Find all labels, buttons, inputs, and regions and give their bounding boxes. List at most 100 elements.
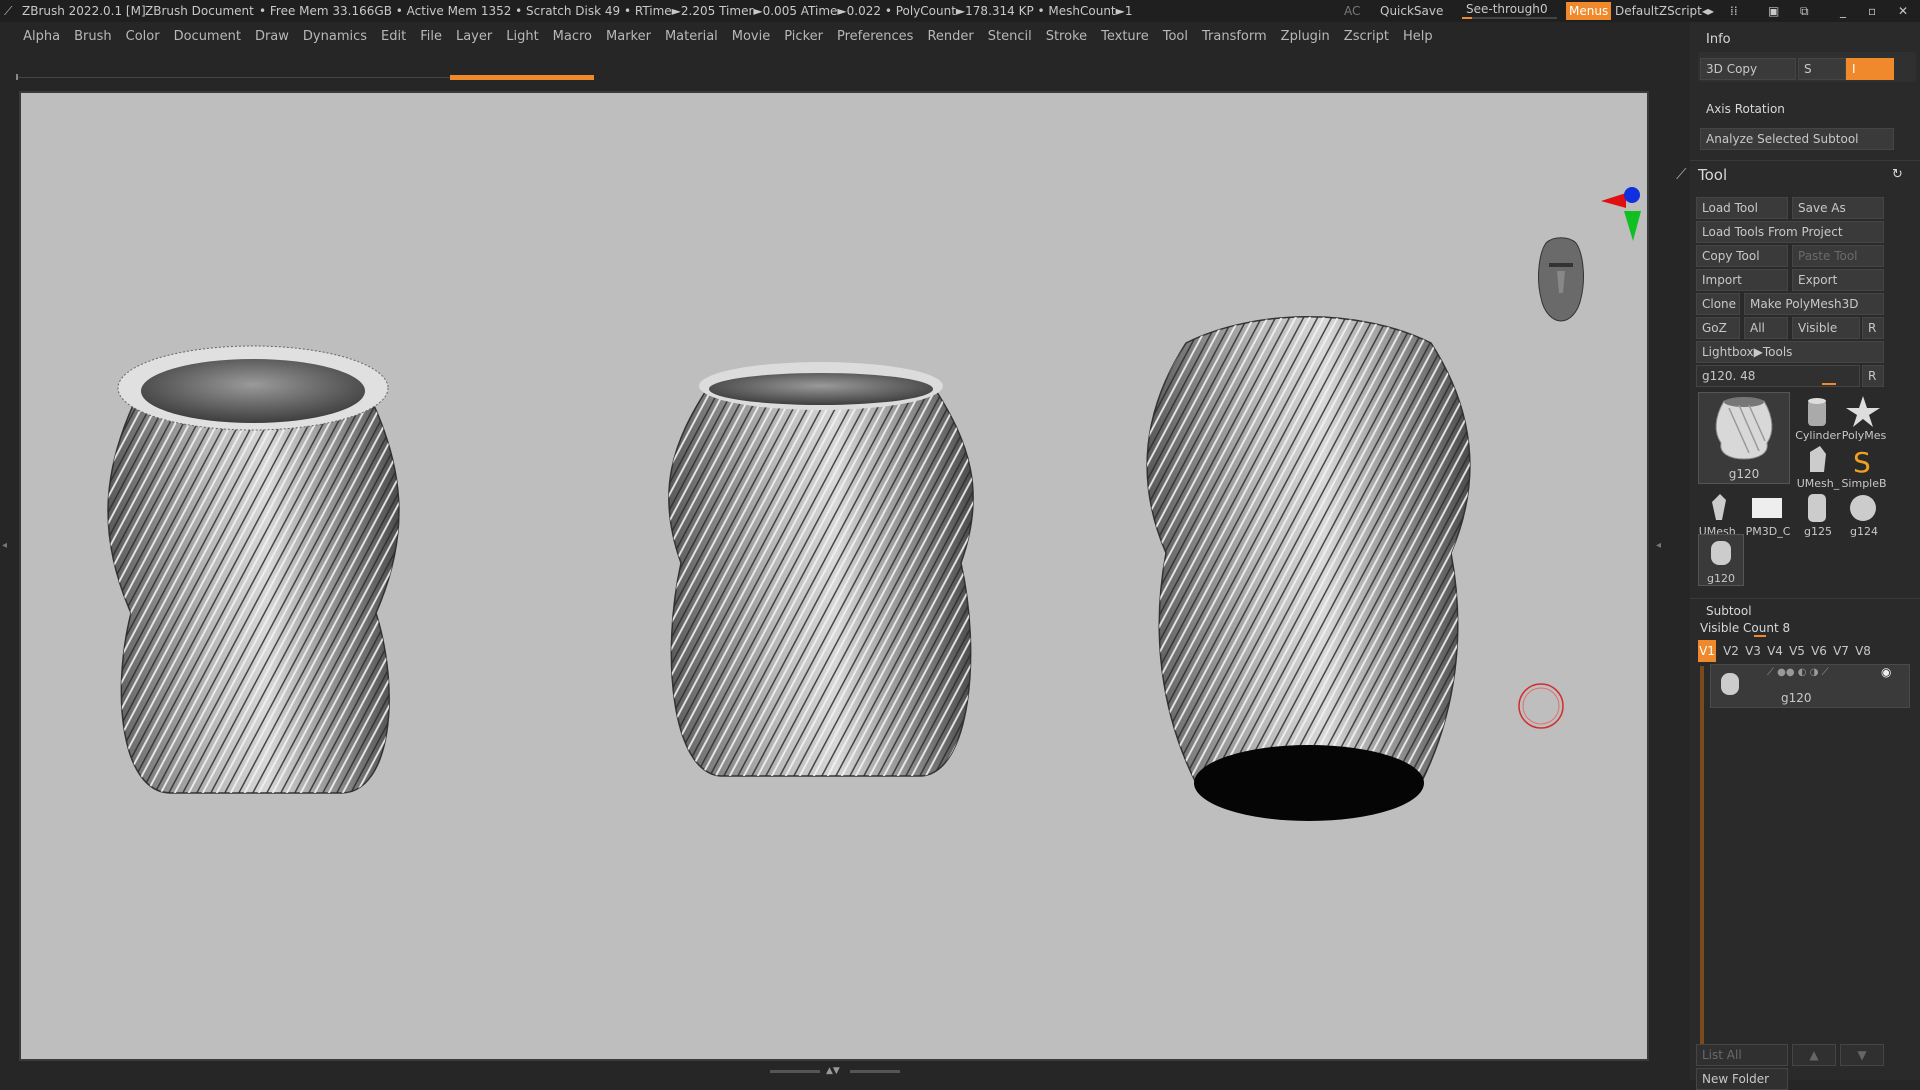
pm3d-thumbnail[interactable]: PM3D_C bbox=[1746, 490, 1790, 538]
subtool-heading[interactable]: Subtool bbox=[1706, 604, 1752, 618]
eye-icon[interactable]: ◉ bbox=[1881, 665, 1891, 679]
cylinder-thumbnail[interactable]: Cylinder bbox=[1795, 394, 1841, 442]
subtool-visibility-icons[interactable]: ⟋ ●● ◐ ◑ ⟋ bbox=[1767, 667, 1829, 678]
menu-edit[interactable]: Edit bbox=[374, 22, 413, 52]
menu-preferences[interactable]: Preferences bbox=[830, 22, 920, 52]
list-all-button[interactable]: List All bbox=[1696, 1044, 1788, 1066]
canvas-viewport[interactable] bbox=[19, 91, 1649, 1061]
analyze-subtool-button[interactable]: Analyze Selected Subtool bbox=[1700, 128, 1894, 150]
export-button[interactable]: Export bbox=[1792, 269, 1884, 291]
subtool-item[interactable]: ⟋ ●● ◐ ◑ ⟋ ◉ g120 bbox=[1710, 664, 1910, 708]
vase-mesh-3[interactable] bbox=[1146, 316, 1471, 821]
polymesh-star-thumbnail[interactable]: PolyMes bbox=[1842, 394, 1886, 442]
menu-dynamics[interactable]: Dynamics bbox=[296, 22, 374, 52]
menu-stroke[interactable]: Stroke bbox=[1039, 22, 1094, 52]
make-polymesh3d-button[interactable]: Make PolyMesh3D bbox=[1744, 293, 1884, 315]
umesh-thumbnail-1[interactable]: UMesh_ bbox=[1796, 442, 1839, 490]
menu-render[interactable]: Render bbox=[920, 22, 980, 52]
active-tool-thumbnail[interactable]: g120 bbox=[1698, 392, 1790, 484]
menu-color[interactable]: Color bbox=[119, 22, 167, 52]
vase-icon bbox=[1808, 494, 1826, 522]
vase-icon bbox=[1721, 673, 1739, 695]
orientation-gizmo[interactable] bbox=[1538, 187, 1641, 322]
lightbox-tools-button[interactable]: Lightbox▶Tools bbox=[1696, 341, 1884, 363]
version-tab-v1[interactable]: V1 bbox=[1698, 640, 1716, 662]
menu-zplugin[interactable]: Zplugin bbox=[1274, 22, 1337, 52]
version-tab-v2[interactable]: V2 bbox=[1720, 640, 1742, 662]
menu-tool[interactable]: Tool bbox=[1156, 22, 1195, 52]
simplebrush-thumbnail[interactable]: S SimpleB bbox=[1841, 442, 1886, 490]
tool-r-button[interactable]: R bbox=[1862, 365, 1884, 387]
see-through-slider[interactable]: See-through 0 bbox=[1462, 0, 1557, 22]
quicksave-button[interactable]: QuickSave bbox=[1380, 0, 1443, 22]
menu-help[interactable]: Help bbox=[1396, 22, 1440, 52]
tool-pin-icon[interactable]: ⟋ bbox=[1676, 165, 1687, 183]
menu-light[interactable]: Light bbox=[499, 22, 545, 52]
menu-marker[interactable]: Marker bbox=[599, 22, 658, 52]
g120-small-thumbnail[interactable]: g120 bbox=[1698, 534, 1744, 586]
g125-thumbnail[interactable]: g125 bbox=[1796, 490, 1838, 538]
menu-brush[interactable]: Brush bbox=[67, 22, 119, 52]
load-tools-from-project-button[interactable]: Load Tools From Project bbox=[1696, 221, 1884, 243]
menu-movie[interactable]: Movie bbox=[725, 22, 777, 52]
vase-mesh-1[interactable] bbox=[107, 345, 400, 794]
refresh-icon[interactable]: ↻ bbox=[1892, 167, 1903, 182]
menu-layer[interactable]: Layer bbox=[449, 22, 499, 52]
interface-icon[interactable]: ⁞⁞ bbox=[1730, 0, 1738, 22]
menu-alpha[interactable]: Alpha bbox=[16, 22, 67, 52]
right-tray-arrow-icon[interactable]: ◂ bbox=[1656, 540, 1661, 551]
simplebrush-icon: S bbox=[1853, 446, 1871, 479]
paste-tool-button[interactable]: Paste Tool bbox=[1792, 245, 1884, 267]
menu-macro[interactable]: Macro bbox=[546, 22, 599, 52]
undock-icon[interactable]: ⧉ bbox=[1800, 0, 1809, 22]
goz-r-button[interactable]: R bbox=[1862, 317, 1884, 339]
version-tab-v3[interactable]: V3 bbox=[1742, 640, 1764, 662]
visible-count-slider[interactable]: Visible Count 8 bbox=[1700, 621, 1790, 635]
version-tab-v4[interactable]: V4 bbox=[1764, 640, 1786, 662]
3d-copy-button[interactable]: 3D Copy bbox=[1700, 58, 1796, 80]
vase-mesh-2[interactable] bbox=[668, 362, 974, 777]
axis-rotation-label: Axis Rotation bbox=[1706, 102, 1785, 116]
copy-tool-button[interactable]: Copy Tool bbox=[1696, 245, 1788, 267]
save-as-button[interactable]: Save As bbox=[1792, 197, 1884, 219]
g124-thumbnail[interactable]: g124 bbox=[1842, 490, 1884, 538]
layout-icon[interactable]: ◂▸ bbox=[1702, 0, 1714, 22]
s-button[interactable]: S bbox=[1798, 58, 1846, 80]
default-zscript-button[interactable]: DefaultZScript bbox=[1615, 0, 1702, 22]
palette-icon[interactable]: ▣ bbox=[1768, 0, 1779, 22]
menus-toggle[interactable]: Menus bbox=[1566, 2, 1612, 20]
move-up-icon[interactable]: ▲ bbox=[1792, 1044, 1836, 1066]
tool-heading[interactable]: Tool bbox=[1698, 166, 1727, 184]
minimize-icon[interactable]: _ bbox=[1840, 0, 1846, 22]
subtool-name: g120 bbox=[1781, 691, 1812, 705]
menu-document[interactable]: Document bbox=[167, 22, 248, 52]
version-tab-v8[interactable]: V8 bbox=[1852, 640, 1874, 662]
version-tab-v7[interactable]: V7 bbox=[1830, 640, 1852, 662]
goz-button[interactable]: GoZ bbox=[1696, 317, 1740, 339]
new-folder-button[interactable]: New Folder bbox=[1696, 1068, 1788, 1090]
load-tool-button[interactable]: Load Tool bbox=[1696, 197, 1788, 219]
close-icon[interactable]: ✕ bbox=[1898, 0, 1908, 22]
left-tray-arrow-icon[interactable]: ◂ bbox=[2, 540, 7, 551]
version-tab-v6[interactable]: V6 bbox=[1808, 640, 1830, 662]
menu-transform[interactable]: Transform bbox=[1195, 22, 1274, 52]
clone-button[interactable]: Clone bbox=[1696, 293, 1740, 315]
umesh-thumbnail-2[interactable]: UMesh_ bbox=[1698, 490, 1741, 538]
import-button[interactable]: Import bbox=[1696, 269, 1788, 291]
menu-picker[interactable]: Picker bbox=[777, 22, 830, 52]
menu-file[interactable]: File bbox=[413, 22, 449, 52]
bottom-tray-handle[interactable]: ▲▼ bbox=[770, 1066, 900, 1076]
goz-visible-button[interactable]: Visible bbox=[1792, 317, 1860, 339]
move-down-icon[interactable]: ▼ bbox=[1840, 1044, 1884, 1066]
maximize-icon[interactable]: ▫ bbox=[1868, 0, 1876, 22]
goz-all-button[interactable]: All bbox=[1744, 317, 1788, 339]
ac-toggle[interactable]: AC bbox=[1344, 0, 1360, 22]
menu-stencil[interactable]: Stencil bbox=[981, 22, 1039, 52]
menu-draw[interactable]: Draw bbox=[248, 22, 296, 52]
menu-zscript[interactable]: Zscript bbox=[1337, 22, 1396, 52]
version-tab-v5[interactable]: V5 bbox=[1786, 640, 1808, 662]
subtool-scrollbar[interactable] bbox=[1700, 666, 1704, 1062]
menu-material[interactable]: Material bbox=[658, 22, 725, 52]
i-toggle-button[interactable]: I bbox=[1846, 58, 1894, 80]
menu-texture[interactable]: Texture bbox=[1094, 22, 1156, 52]
